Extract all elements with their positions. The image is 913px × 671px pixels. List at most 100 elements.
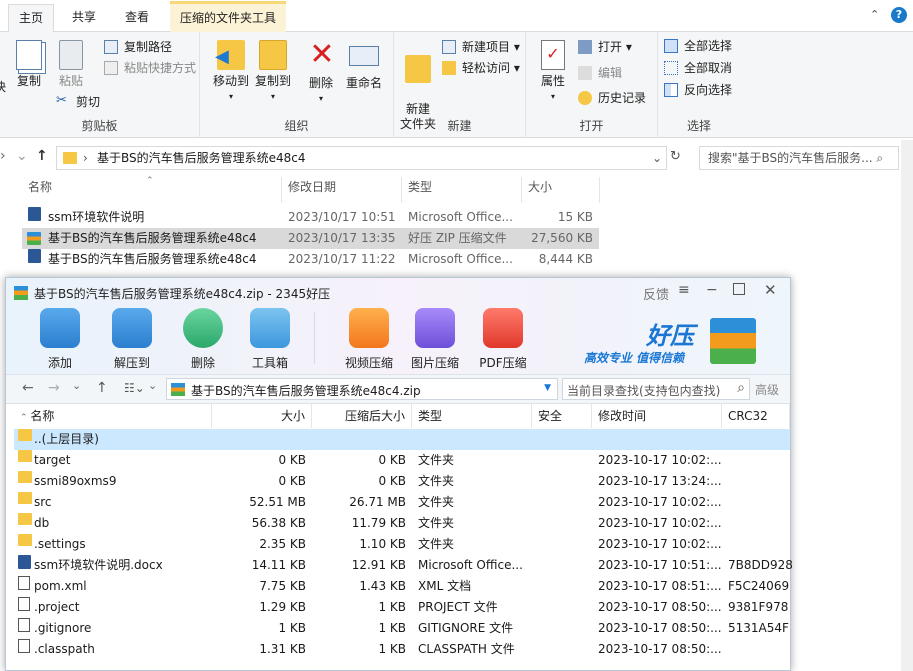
collapse-ribbon-icon[interactable]: ⌃ (870, 8, 879, 21)
zip-file-name: ..(上层目录) (34, 432, 99, 446)
table-row[interactable]: pom.xml 7.75 KB 1.43 KB XML 文档 2023-10-17 08… (14, 576, 790, 597)
tab-view[interactable]: 查看 (115, 4, 159, 32)
menu-icon[interactable]: ≡ (678, 282, 690, 298)
zip-file-csize: 1.43 KB (359, 579, 406, 593)
back-arrow-icon[interactable]: ← (22, 380, 34, 396)
dropdown-arrow-icon[interactable]: ⌄ (16, 148, 28, 164)
table-row[interactable]: ssm环境软件说明.docx 14.11 KB 12.91 KB Microsoft … (14, 555, 793, 576)
zip-col-size[interactable]: 大小 (212, 404, 312, 428)
new-folder-icon (405, 55, 431, 83)
table-row[interactable]: .project 1.29 KB 1 KB PROJECT 文件 2023-10-17 … (14, 597, 790, 618)
copy-button[interactable]: 复制 (14, 40, 44, 89)
table-row[interactable]: ssmi89oxms9 0 KB 0 KB 文件夹 2023-10-17 13:24:.… (14, 471, 790, 492)
table-row[interactable]: target 0 KB 0 KB 文件夹 2023-10-17 10:02:... (14, 450, 790, 471)
refresh-icon[interactable]: ↻ (670, 149, 681, 164)
address-dropdown-icon[interactable]: ⌄ (652, 147, 662, 169)
explorer-scrollbar[interactable] (901, 140, 913, 671)
up-arrow-icon[interactable]: ↑ (96, 380, 108, 396)
brand-logo-icon (710, 318, 756, 364)
zip-file-csize: 1 KB (378, 600, 406, 614)
table-row[interactable]: ..(上层目录) (14, 429, 790, 450)
search-input[interactable]: 搜索"基于BS的汽车售后服务... ⌕ (699, 146, 899, 170)
zip-col-compressed-size[interactable]: 压缩后大小 (312, 404, 412, 428)
extract-to-button[interactable]: 解压到 (103, 308, 161, 371)
col-header-type[interactable]: 类型 (402, 177, 522, 203)
pdf-compress-button[interactable]: PDF压缩 (472, 308, 534, 371)
zip-file-csize: 0 KB (378, 453, 406, 467)
cut-button[interactable]: ✂ 剪切 (56, 91, 100, 113)
table-row[interactable]: src 52.51 MB 26.71 MB 文件夹 2023-10-17 10:02:.… (14, 492, 790, 513)
path-dropdown-icon[interactable]: ▼ (544, 383, 551, 393)
move-to-button[interactable]: ◀ 移动到 ▾ (210, 40, 252, 104)
brand-slogan: 高效专业 值得信赖 (584, 351, 685, 365)
zip-path-field[interactable]: 基于BS的汽车售后服务管理系统e48c4.zip ▼ (166, 378, 558, 400)
table-row[interactable]: .gitignore 1 KB 1 KB GITIGNORE 文件 2023-10-17… (14, 618, 790, 639)
list-item[interactable]: 基于BS的汽车售后服务管理系统e48c4 2023/10/17 11:22 Mi… (22, 249, 599, 270)
table-row[interactable]: .classpath 1.31 KB 1 KB CLASSPATH 文件 2023-10… (14, 639, 790, 660)
zip-col-type[interactable]: 类型 (412, 404, 532, 428)
rename-button[interactable]: 重命名 (343, 40, 385, 91)
open-button[interactable]: 打开 ▾ (578, 36, 632, 58)
zip-search-input[interactable]: 当前目录查找(支持包内查找) ⌕ (562, 378, 750, 400)
copy-to-button[interactable]: 复制到 ▾ (252, 40, 294, 104)
paste-button[interactable]: 粘贴 (54, 40, 88, 89)
zip-col-modified[interactable]: 修改时间 (592, 404, 722, 428)
maximize-icon[interactable] (733, 283, 745, 295)
file-type: Microsoft Office... (408, 210, 513, 224)
advanced-search-link[interactable]: 高级 (755, 381, 779, 398)
image-compress-icon (415, 308, 455, 348)
image-compress-button[interactable]: 图片压缩 (404, 308, 466, 371)
delete-button[interactable]: ✕ 删除 ▾ (306, 40, 336, 106)
list-item[interactable]: 基于BS的汽车售后服务管理系统e48c4 2023/10/17 13:35 好压… (22, 228, 599, 249)
zip-col-crc32[interactable]: CRC32 (722, 404, 790, 428)
zip-delete-button[interactable]: 删除 (175, 308, 231, 371)
zip-nav-toolbar: ← → ⌄ ↑ ☷⌄ ⌄ 基于BS的汽车售后服务管理系统e48c4.zip ▼ … (6, 374, 790, 404)
table-row[interactable]: .settings 2.35 KB 1.10 KB 文件夹 2023-10-17 10:… (14, 534, 790, 555)
move-to-label: 移动到 (212, 74, 249, 88)
file-name: ssm环境软件说明 (48, 210, 145, 224)
zip-file-size: 1 KB (278, 621, 306, 635)
history-dropdown-icon[interactable]: ⌄ (72, 379, 81, 392)
view-dropdown-icon[interactable]: ⌄ (148, 379, 157, 392)
paste-shortcut-button[interactable]: 粘贴快捷方式 (104, 57, 196, 79)
copy-path-button[interactable]: 复制路径 (104, 36, 172, 58)
feedback-link[interactable]: 反馈 (643, 284, 669, 303)
close-icon[interactable]: ✕ (764, 281, 777, 299)
col-header-date[interactable]: 修改日期 (282, 177, 402, 203)
up-arrow-icon[interactable]: ↑ (36, 148, 48, 164)
address-field[interactable]: › 基于BS的汽车售后服务管理系统e48c4 ⌄ (56, 146, 667, 170)
list-item[interactable]: ssm环境软件说明 2023/10/17 10:51 Microsoft Off… (22, 207, 599, 228)
tab-home[interactable]: 主页 (8, 4, 55, 33)
select-none-button[interactable]: 全部取消 (664, 57, 732, 79)
tab-share[interactable]: 共享 (62, 4, 106, 32)
invert-selection-button[interactable]: 反向选择 (664, 79, 732, 101)
col-header-name[interactable]: 名称 ⌃ (22, 176, 282, 203)
easy-access-button[interactable]: 轻松访问 ▾ (442, 57, 520, 79)
select-all-button[interactable]: 全部选择 (664, 35, 732, 57)
properties-button[interactable]: ✓ 属性 ▾ (536, 40, 570, 104)
history-button[interactable]: 历史记录 (578, 87, 646, 109)
new-item-button[interactable]: 新建项目 ▾ (442, 36, 520, 58)
forward-arrow-icon[interactable]: › (0, 148, 6, 164)
help-icon[interactable]: ? (891, 7, 907, 23)
table-row[interactable]: db 56.38 KB 11.79 KB 文件夹 2023-10-17 10:02:..… (14, 513, 790, 534)
edit-button[interactable]: 编辑 (578, 62, 622, 84)
toolbox-button[interactable]: 工具箱 (242, 308, 298, 371)
forward-arrow-icon[interactable]: → (48, 380, 60, 396)
zip-file-size: 1.29 KB (259, 600, 306, 614)
zip-file-name: .gitignore (34, 621, 92, 635)
minimize-icon[interactable]: − (706, 282, 718, 298)
view-mode-icon[interactable]: ☷⌄ (124, 381, 145, 395)
tab-compressed-folder-tools[interactable]: 压缩的文件夹工具 (170, 1, 287, 32)
clipboard-group: 快 复制 粘贴 复制路径 粘贴快捷方式 ✂ 剪切 剪贴板 (0, 32, 200, 138)
folder-icon (18, 513, 32, 525)
video-compress-button[interactable]: 视频压缩 (338, 308, 400, 371)
delete-x-icon: ✕ (309, 37, 335, 72)
zip-col-name[interactable]: ⌃ 名称 (14, 404, 212, 428)
select-none-label: 全部取消 (684, 61, 733, 75)
zip-file-name: ssm环境软件说明.docx (34, 558, 163, 572)
col-header-size[interactable]: 大小 (522, 177, 600, 203)
add-button[interactable]: 添加 (32, 308, 88, 371)
search-icon[interactable]: ⌕ (737, 380, 745, 396)
zip-col-security[interactable]: 安全 (532, 404, 592, 428)
